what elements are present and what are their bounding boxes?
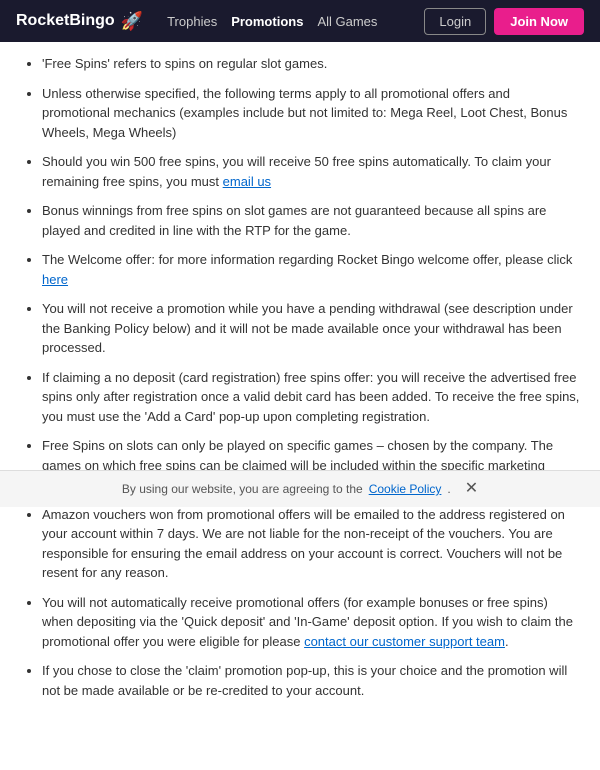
list-item-text: 'Free Spins' refers to spins on regular …	[42, 56, 327, 71]
logo-area: RocketBingo 🚀	[16, 11, 143, 32]
header: RocketBingo 🚀 Trophies Promotions All Ga…	[0, 0, 600, 42]
nav-trophies[interactable]: Trophies	[167, 14, 217, 29]
list-item: You will not automatically receive promo…	[42, 593, 580, 652]
list-item-text-after: .	[505, 634, 509, 649]
list-item: If you chose to close the 'claim' promot…	[42, 661, 580, 700]
list-item-text: Bonus winnings from free spins on slot g…	[42, 203, 546, 238]
nav-all-games[interactable]: All Games	[317, 14, 377, 29]
list-item: Should you win 500 free spins, you will …	[42, 152, 580, 191]
cookie-bar: By using our website, you are agreeing t…	[0, 470, 600, 507]
login-button[interactable]: Login	[424, 8, 486, 35]
list-item-text: Unless otherwise specified, the followin…	[42, 86, 567, 140]
logo-text: RocketBingo	[16, 12, 115, 30]
nav-links: Trophies Promotions All Games	[167, 14, 408, 29]
list-item: Amazon vouchers won from promotional off…	[42, 505, 580, 583]
nav-promotions[interactable]: Promotions	[231, 14, 303, 29]
email-us-link[interactable]: email us	[223, 174, 271, 189]
list-item: You will not receive a promotion while y…	[42, 299, 580, 358]
rocket-icon: 🚀	[121, 11, 143, 32]
cookie-close-button[interactable]: ✕	[465, 481, 478, 497]
join-button[interactable]: Join Now	[494, 8, 584, 35]
list-item-text-before: Should you win 500 free spins, you will …	[42, 154, 551, 189]
list-item-text: If claiming a no deposit (card registrat…	[42, 370, 579, 424]
list-item: The Welcome offer: for more information …	[42, 250, 580, 289]
list-item-text-before: The Welcome offer: for more information …	[42, 252, 572, 267]
header-buttons: Login Join Now	[424, 8, 584, 35]
list-item-text: Amazon vouchers won from promotional off…	[42, 507, 565, 581]
customer-support-link[interactable]: contact our customer support team	[304, 634, 505, 649]
list-item: If claiming a no deposit (card registrat…	[42, 368, 580, 427]
cookie-text-before: By using our website, you are agreeing t…	[122, 482, 363, 496]
terms-list: 'Free Spins' refers to spins on regular …	[20, 54, 580, 700]
cookie-policy-link[interactable]: Cookie Policy	[369, 482, 442, 496]
main-content: 'Free Spins' refers to spins on regular …	[0, 42, 600, 770]
list-item: 'Free Spins' refers to spins on regular …	[42, 54, 580, 74]
here-link[interactable]: here	[42, 272, 68, 287]
cookie-text-after: .	[447, 482, 450, 496]
list-item-text: You will not receive a promotion while y…	[42, 301, 573, 355]
list-item-text: If you chose to close the 'claim' promot…	[42, 663, 567, 698]
list-item: Unless otherwise specified, the followin…	[42, 84, 580, 143]
list-item: Bonus winnings from free spins on slot g…	[42, 201, 580, 240]
